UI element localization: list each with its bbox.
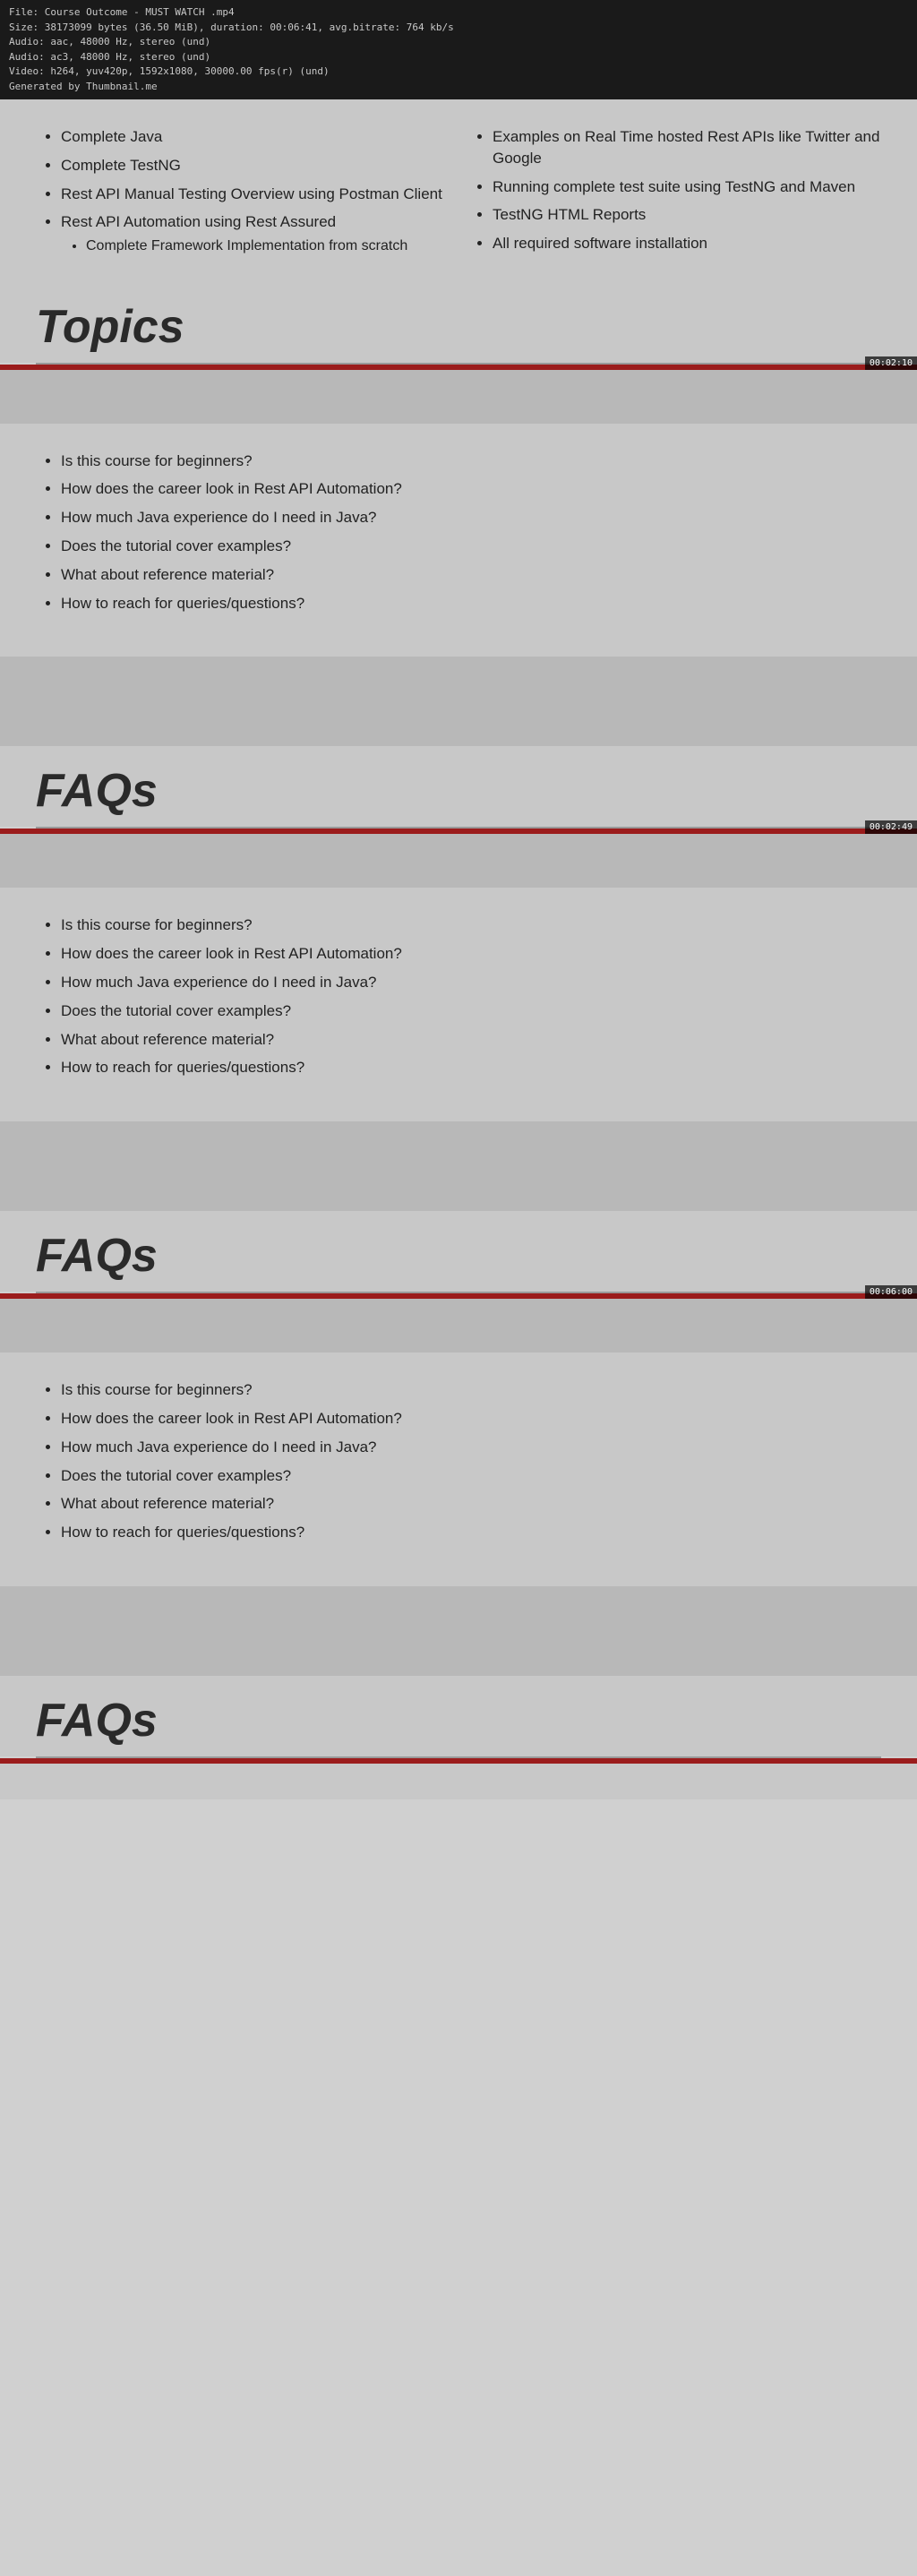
faq-list-1: Is this course for beginners? How does t… [36, 451, 881, 614]
faq-item: How does the career look in Rest API Aut… [61, 1408, 881, 1430]
info-line-1: File: Course Outcome - MUST WATCH .mp4 [9, 5, 908, 21]
faq-item: How to reach for queries/questions? [61, 1522, 881, 1543]
list-item: All required software installation [493, 233, 881, 254]
info-line-2: Size: 38173099 bytes (36.50 MiB), durati… [9, 21, 908, 36]
divider-2 [0, 657, 917, 746]
faq-item: How much Java experience do I need in Ja… [61, 507, 881, 528]
two-column-layout: Complete Java Complete TestNG Rest API M… [36, 126, 881, 264]
faq-item: How much Java experience do I need in Ja… [61, 972, 881, 993]
faqs-section-1: FAQs 00:02:49 [0, 746, 917, 834]
list-item: Complete TestNG [61, 155, 450, 176]
faqs-red-line-1 [0, 829, 917, 834]
faqs-red-line-3 [0, 1758, 917, 1764]
list-item: Examples on Real Time hosted Rest APIs l… [493, 126, 881, 169]
left-column: Complete Java Complete TestNG Rest API M… [36, 126, 450, 264]
list-item: Rest API Automation using Rest Assured C… [61, 211, 450, 256]
faq-item: Does the tutorial cover examples? [61, 1000, 881, 1022]
right-list: Examples on Real Time hosted Rest APIs l… [467, 126, 881, 254]
faqs-timestamp-2: 00:06:00 [865, 1285, 917, 1299]
right-column: Examples on Real Time hosted Rest APIs l… [467, 126, 881, 264]
faqs-timestamp-1: 00:02:49 [865, 820, 917, 834]
nested-list-item: Complete Framework Implementation from s… [86, 236, 450, 256]
bottom-fill [0, 1764, 917, 1799]
main-content: Complete Java Complete TestNG Rest API M… [0, 99, 917, 282]
nested-list: Complete Framework Implementation from s… [61, 236, 450, 256]
faq-list-3: Is this course for beginners? How does t… [36, 1379, 881, 1543]
faqs-heading-1: FAQs [0, 746, 917, 827]
divider-6 [0, 1586, 917, 1676]
divider-4 [0, 1121, 917, 1211]
faq-item: How to reach for queries/questions? [61, 1057, 881, 1078]
divider-3 [0, 834, 917, 888]
divider-1 [0, 370, 917, 424]
faq-item: How much Java experience do I need in Ja… [61, 1437, 881, 1458]
faq-item: How does the career look in Rest API Aut… [61, 943, 881, 965]
faq-list-2: Is this course for beginners? How does t… [36, 914, 881, 1078]
faq-content-3: Is this course for beginners? How does t… [0, 1352, 917, 1586]
list-item: Complete Java [61, 126, 450, 148]
info-line-4: Audio: ac3, 48000 Hz, stereo (und) [9, 50, 908, 65]
topics-heading: Topics [0, 282, 917, 363]
topics-section: Topics 00:02:10 [0, 282, 917, 370]
topics-red-line [0, 365, 917, 370]
faq-item: What about reference material? [61, 564, 881, 586]
faq-item: How does the career look in Rest API Aut… [61, 478, 881, 500]
faq-item: Is this course for beginners? [61, 1379, 881, 1401]
info-bar: File: Course Outcome - MUST WATCH .mp4 S… [0, 0, 917, 99]
list-item: Rest API Manual Testing Overview using P… [61, 184, 450, 205]
faq-item: Is this course for beginners? [61, 451, 881, 472]
topics-timestamp: 00:02:10 [865, 356, 917, 370]
faq-item: Is this course for beginners? [61, 914, 881, 936]
faqs-section-2: FAQs 00:06:00 [0, 1211, 917, 1299]
left-list: Complete Java Complete TestNG Rest API M… [36, 126, 450, 257]
info-line-5: Video: h264, yuv420p, 1592x1080, 30000.0… [9, 64, 908, 80]
faqs-section-3: FAQs [0, 1676, 917, 1764]
divider-5 [0, 1299, 917, 1352]
list-item: TestNG HTML Reports [493, 204, 881, 226]
faq-item: What about reference material? [61, 1029, 881, 1051]
info-line-6: Generated by Thumbnail.me [9, 80, 908, 95]
faqs-red-line-2 [0, 1293, 917, 1299]
faqs-heading-3: FAQs [0, 1676, 917, 1756]
faq-item: What about reference material? [61, 1493, 881, 1515]
faq-item: Does the tutorial cover examples? [61, 1465, 881, 1487]
faqs-heading-2: FAQs [0, 1211, 917, 1292]
list-item: Running complete test suite using TestNG… [493, 176, 881, 198]
faq-content-1: Is this course for beginners? How does t… [0, 424, 917, 657]
faq-item: How to reach for queries/questions? [61, 593, 881, 614]
info-line-3: Audio: aac, 48000 Hz, stereo (und) [9, 35, 908, 50]
faq-content-2: Is this course for beginners? How does t… [0, 888, 917, 1121]
faq-item: Does the tutorial cover examples? [61, 536, 881, 557]
